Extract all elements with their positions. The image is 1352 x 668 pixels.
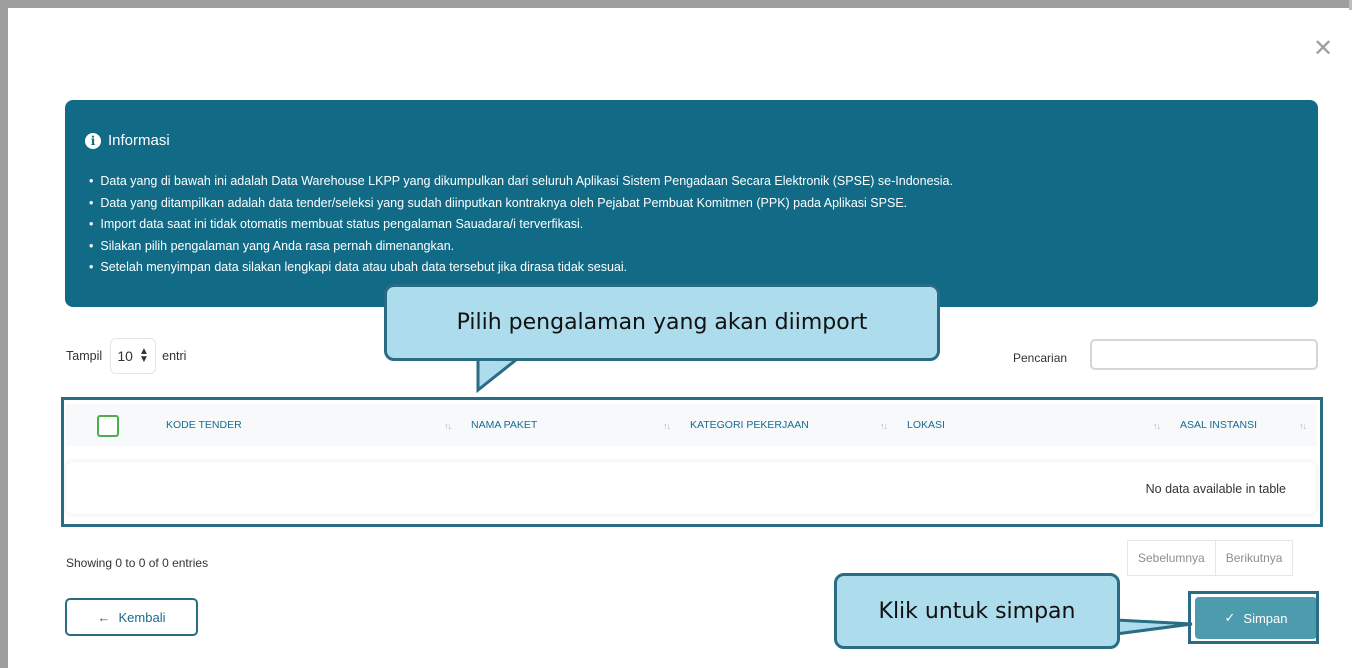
window-frame-left bbox=[0, 0, 8, 668]
info-list-item: Silakan pilih pengalaman yang Anda rasa … bbox=[89, 236, 953, 258]
save-highlight-frame bbox=[1188, 591, 1319, 644]
search-input[interactable] bbox=[1090, 339, 1318, 370]
callout-tail bbox=[1114, 618, 1193, 636]
search-label: Pencarian bbox=[1013, 351, 1068, 365]
callout-select-text: Pilih pengalaman yang akan diimport bbox=[456, 310, 868, 335]
info-list-item: Setelah menyimpan data silakan lengkapi … bbox=[89, 257, 953, 279]
prev-page-button[interactable]: Sebelumnya bbox=[1128, 541, 1215, 575]
callout-save-hint: Klik untuk simpan bbox=[834, 573, 1120, 649]
entries-label: entri bbox=[162, 349, 187, 363]
table-info: Showing 0 to 0 of 0 entries bbox=[66, 556, 209, 570]
page-length-value: 10 bbox=[117, 348, 133, 364]
info-title-text: Informasi bbox=[108, 132, 170, 149]
close-icon[interactable]: ✕ bbox=[1311, 36, 1335, 60]
info-circle-icon: i bbox=[85, 132, 101, 149]
info-list-item: Import data saat ini tidak otomatis memb… bbox=[89, 214, 953, 236]
callout-select-hint: Pilih pengalaman yang akan diimport bbox=[384, 284, 940, 361]
page-length-control: Tampil 10 ▲ ▼ entri bbox=[66, 338, 186, 374]
page-length-select[interactable]: 10 ▲ ▼ bbox=[110, 338, 157, 374]
info-title: i Informasi bbox=[85, 132, 170, 149]
pagination: Sebelumnya Berikutnya bbox=[1127, 540, 1294, 576]
info-list-item: Data yang ditampilkan adalah data tender… bbox=[89, 193, 953, 215]
show-label: Tampil bbox=[66, 349, 103, 363]
info-list-item: Data yang di bawah ini adalah Data Wareh… bbox=[89, 171, 953, 193]
select-arrows-icon: ▲ ▼ bbox=[138, 346, 149, 365]
info-panel: i Informasi Data yang di bawah ini adala… bbox=[65, 100, 1318, 307]
arrow-left-icon: ← bbox=[97, 609, 111, 625]
window-frame-top bbox=[0, 0, 1352, 8]
table-highlight-frame bbox=[61, 397, 1323, 527]
back-button[interactable]: ← Kembali bbox=[65, 598, 198, 636]
back-button-label: Kembali bbox=[118, 609, 166, 625]
info-list: Data yang di bawah ini adalah Data Wareh… bbox=[89, 171, 953, 279]
next-page-button[interactable]: Berikutnya bbox=[1214, 541, 1293, 575]
callout-save-text: Klik untuk simpan bbox=[878, 598, 1076, 624]
